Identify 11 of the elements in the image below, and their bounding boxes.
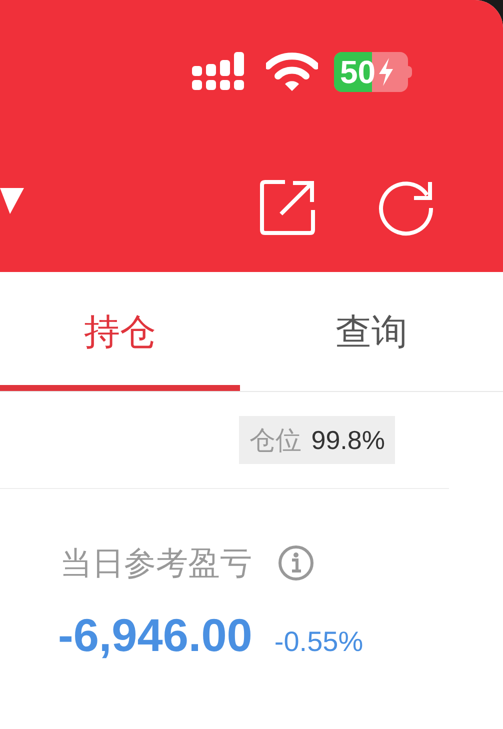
dropdown-triangle-icon[interactable] bbox=[0, 188, 24, 216]
wifi-icon bbox=[266, 52, 318, 92]
position-value: 99.8% bbox=[311, 424, 385, 456]
pnl-value: -6,946.00 bbox=[58, 608, 252, 663]
info-icon[interactable] bbox=[278, 545, 314, 581]
tab[interactable]: 查询 bbox=[240, 272, 503, 391]
tab[interactable]: 持仓 bbox=[0, 272, 240, 391]
pnl-percent: -0.55% bbox=[274, 625, 364, 659]
position-label: 仓位 bbox=[249, 424, 302, 456]
share-icon[interactable] bbox=[259, 178, 317, 236]
pnl-label: 当日参考盈亏 bbox=[60, 544, 252, 583]
